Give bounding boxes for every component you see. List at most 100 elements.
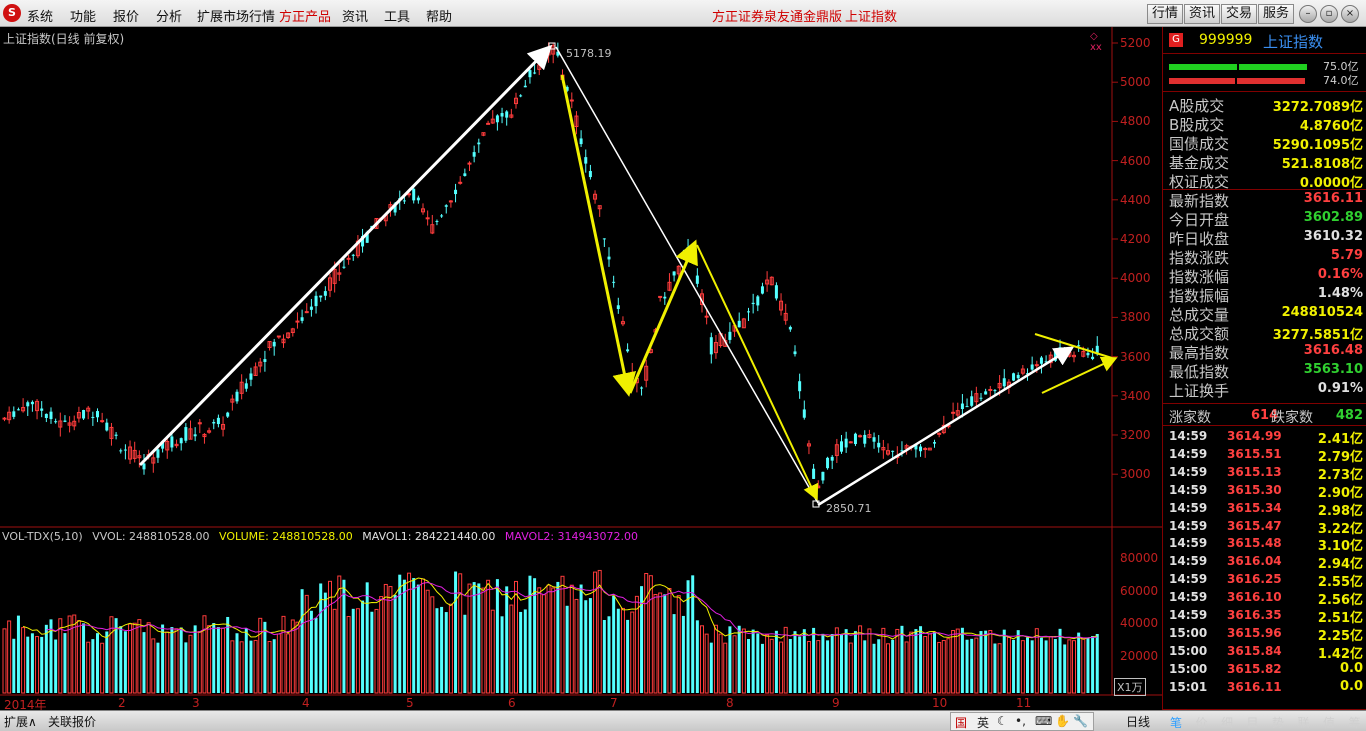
volume-bar	[151, 638, 156, 694]
ime-cn-icon[interactable]: 国	[955, 714, 967, 731]
trade-row: 15:00 3615.84 1.42亿	[1163, 642, 1366, 662]
trade-time: 14:59	[1169, 518, 1208, 533]
panel-tab[interactable]: 值	[1323, 714, 1335, 731]
candle-body	[123, 449, 127, 451]
menu-products[interactable]: 方正产品	[279, 6, 331, 25]
panel-tab[interactable]: 笔	[1170, 714, 1182, 731]
kline-chart[interactable]	[0, 27, 1162, 710]
chart-marker-icon[interactable]: ◇ xx	[1090, 31, 1102, 53]
volume-bar	[607, 616, 611, 693]
candle-body	[351, 254, 355, 256]
panel-tab[interactable]: 势	[1272, 714, 1284, 731]
volume-bar	[556, 581, 560, 693]
ime-keyboard-icon[interactable]: ⌨	[1035, 714, 1052, 728]
ime-settings-icon[interactable]: 🔧	[1073, 714, 1088, 728]
candle-body	[523, 85, 527, 88]
promo-index[interactable]: 上证指数	[845, 6, 897, 25]
quote-button[interactable]: 行情	[1147, 4, 1184, 24]
volume-bar	[30, 633, 34, 693]
panel-tab[interactable]: 价	[1196, 714, 1208, 731]
price-tick: 3800	[1120, 310, 1151, 325]
sell-bar-value: 74.0亿	[1323, 74, 1359, 87]
candle-body	[588, 171, 592, 178]
candle-body	[184, 427, 188, 441]
volume-bar	[1034, 628, 1039, 694]
volume-bar	[137, 619, 142, 694]
tab-extend[interactable]: 扩展∧	[4, 713, 37, 730]
index-name[interactable]: 上证指数	[1263, 31, 1323, 52]
trade-button[interactable]: 交易	[1221, 4, 1258, 24]
ime-punct-icon[interactable]: •,	[1015, 714, 1026, 728]
volume-bar	[565, 605, 569, 693]
candle-body	[774, 285, 778, 299]
ime-en-icon[interactable]: 英	[977, 714, 989, 731]
stat-row: 最新指数 3616.11	[1163, 189, 1366, 210]
time-tick: 2	[118, 696, 126, 710]
time-tick: 6	[508, 696, 516, 710]
candle-body	[933, 442, 936, 444]
candle-body	[612, 281, 616, 283]
volume-bar	[12, 638, 16, 693]
candle-body	[212, 422, 216, 424]
volume-bar	[579, 584, 583, 693]
volume-bar	[844, 629, 848, 693]
bottom-bar: 扩展∧ 关联报价 国 英 ☾ •, ⌨ ✋ 🔧 日线	[0, 710, 1366, 731]
up-label: 涨家数	[1169, 410, 1211, 426]
volume-bar	[230, 640, 235, 694]
promo-text[interactable]: 方正证券泉友通金鼎版	[712, 6, 842, 25]
volume-bar	[407, 572, 412, 694]
candle-body	[747, 311, 750, 313]
volume-bar	[584, 600, 588, 693]
trend-arrow	[696, 244, 819, 501]
menu-analysis[interactable]: 分析	[156, 6, 182, 25]
volume-bar	[76, 620, 81, 694]
trade-time: 14:59	[1169, 429, 1208, 443]
panel-tab[interactable]: 联	[1298, 714, 1310, 731]
panel-tab[interactable]: 筹	[1349, 714, 1361, 731]
volume-bar	[481, 587, 486, 694]
volume-tick: 40000	[1120, 616, 1159, 631]
candle-body	[30, 401, 34, 405]
news-button[interactable]: 资讯	[1184, 4, 1221, 24]
panel-tab[interactable]: 细	[1221, 714, 1233, 731]
candle-body	[569, 99, 574, 102]
menu-ext-market[interactable]: 扩展市场行情	[197, 6, 275, 25]
volume-bar	[560, 575, 565, 694]
menu-quote[interactable]: 报价	[113, 6, 139, 25]
volume-bar	[1012, 639, 1016, 693]
ime-moon-icon[interactable]: ☾	[997, 714, 1008, 728]
menu-function[interactable]: 功能	[70, 6, 96, 25]
volume-bar	[132, 622, 137, 694]
volume-bar	[412, 578, 416, 693]
close-icon[interactable]: ×	[1341, 5, 1359, 23]
volume-bar	[877, 639, 881, 693]
menu-news[interactable]: 资讯	[342, 6, 368, 25]
period-daily[interactable]: 日线	[1126, 713, 1150, 730]
volume-bar	[477, 583, 481, 693]
menu-tools[interactable]: 工具	[384, 6, 410, 25]
menu-help[interactable]: 帮助	[426, 6, 452, 25]
candle-body	[626, 349, 630, 352]
volume-bar	[63, 633, 67, 693]
volume-bar	[588, 598, 592, 693]
candle-body	[12, 411, 16, 417]
tab-related-quote[interactable]: 关联报价	[48, 713, 96, 730]
candle-body	[919, 446, 923, 452]
panel-tab[interactable]: 目	[1247, 714, 1259, 731]
volume-bar	[793, 631, 797, 693]
service-button[interactable]: 服务	[1258, 4, 1295, 24]
menu-system[interactable]: 系统	[27, 6, 53, 25]
ime-hand-icon[interactable]: ✋	[1055, 714, 1070, 728]
volume-bar	[472, 582, 476, 693]
trade-time: 14:59	[1169, 572, 1208, 587]
trend-arrow	[560, 74, 637, 397]
volume-bar	[304, 594, 309, 694]
volume-bar	[1044, 640, 1048, 693]
minimize-icon[interactable]: –	[1299, 5, 1317, 23]
trade-row: 14:59 3616.10 2.56亿	[1163, 588, 1366, 608]
volume-bar	[658, 592, 663, 694]
price-tick: 3200	[1120, 428, 1151, 442]
restore-icon[interactable]: ▫	[1320, 5, 1338, 23]
app-logo-icon[interactable]: S	[3, 4, 21, 22]
candle-body	[872, 437, 876, 442]
